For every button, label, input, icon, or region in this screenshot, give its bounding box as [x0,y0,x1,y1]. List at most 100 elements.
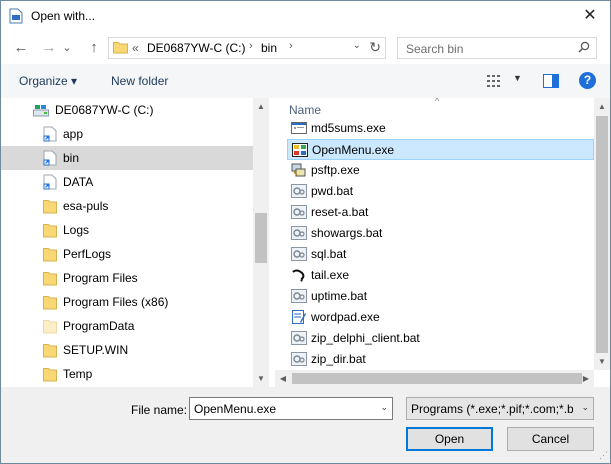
view-options-icon[interactable] [487,75,503,87]
breadcrumb-separator[interactable]: › [289,40,293,52]
breadcrumb-overflow[interactable]: « [132,41,139,55]
tree-item-esa-puls[interactable]: esa-puls [1,194,253,218]
title-bar[interactable]: Open with... ✕ [1,1,610,32]
file-row[interactable]: psftp.exe [287,160,594,181]
tree-item-data[interactable]: DATA [1,170,253,194]
tree-item-label: DATA [63,175,94,189]
horizontal-scrollbar-thumb[interactable] [292,373,582,384]
folder-icon [43,222,57,238]
file-row[interactable]: zip_delphi_client.bat [287,328,594,349]
batch-file-icon [291,226,307,240]
exe-window-icon [291,121,307,135]
tree-item-drive[interactable]: DE0687YW-C (C:) [1,98,253,122]
resize-grip-icon[interactable]: ⋰ [599,450,608,461]
search-icon[interactable] [578,41,590,53]
file-row[interactable]: reset-a.bat [287,202,594,223]
help-icon[interactable]: ? [579,72,596,89]
file-row[interactable]: sql.bat [287,244,594,265]
tree-item-perflogs[interactable]: PerfLogs [1,242,253,266]
batch-file-icon [291,331,307,345]
folder-icon [113,42,128,54]
file-list-pane[interactable]: Name ^ md5sums.exe OpenMenu.exe psftp.exe p… [275,98,610,387]
file-name: zip_dir.bat [311,352,366,366]
file-type-filter[interactable]: Programs (*.exe;*.pif;*.com;*.bat;*.cmd)… [406,397,594,420]
file-name: showargs.bat [311,226,383,240]
dialog-footer: File name: OpenMenu.exe ⌄ Programs (*.ex… [1,387,610,463]
file-name: md5sums.exe [311,121,386,135]
folder-icon [43,342,57,358]
tree-item-temp[interactable]: Temp [1,362,253,386]
file-list-scrollbar-thumb[interactable] [596,116,608,353]
open-button[interactable]: Open [406,427,493,451]
tree-item-setup-win[interactable]: SETUP.WIN [1,338,253,362]
forward-arrow-icon[interactable]: → [39,38,59,58]
scroll-up-icon[interactable]: ▲ [594,98,610,115]
tree-item-logs[interactable]: Logs [1,218,253,242]
tree-item-bin[interactable]: bin [1,146,253,170]
scroll-right-icon[interactable]: ▶ [578,370,594,387]
tree-item-label: Temp [63,367,93,381]
file-row[interactable]: OpenMenu.exe [287,139,594,160]
recent-locations-icon[interactable]: ⌄ [61,38,73,58]
folder-icon [43,318,57,334]
address-bar[interactable]: « DE0687YW-C (C:) › bin › ⌄ ↻ [108,37,386,59]
file-name-dropdown-icon[interactable]: ⌄ [380,402,388,413]
close-icon[interactable]: ✕ [578,5,602,27]
tree-item-app[interactable]: app [1,122,253,146]
search-input[interactable]: Search bin [406,42,463,56]
file-name-value[interactable]: OpenMenu.exe [194,402,276,416]
batch-file-icon [291,289,307,303]
tree-item-program-files-x86[interactable]: Program Files (x86) [1,290,253,314]
tree-item-program-files[interactable]: Program Files [1,266,253,290]
file-row[interactable]: md5sums.exe [287,118,594,139]
scroll-down-icon[interactable]: ▼ [594,353,610,370]
file-name-input[interactable]: OpenMenu.exe ⌄ [189,397,393,420]
refresh-icon[interactable]: ↻ [369,39,381,56]
command-bar: Organize ▾ New folder ▼ ? [1,64,610,98]
shortcut-folder-icon [43,174,57,190]
view-caret-icon[interactable]: ▼ [513,73,522,83]
document-app-icon [9,8,23,24]
file-name: pwd.bat [311,184,354,198]
tree-item-label: app [63,127,84,141]
breadcrumb-separator[interactable]: › [249,40,253,52]
tree-scrollbar-thumb[interactable] [255,213,267,263]
folder-icon [43,366,57,382]
up-arrow-icon[interactable]: ↑ [84,38,104,58]
back-arrow-icon[interactable]: ← [11,38,31,58]
file-row[interactable]: tail.exe [287,265,594,286]
tree-item-programdata[interactable]: ProgramData [1,314,253,338]
file-name: uptime.bat [311,289,368,303]
scroll-down-icon[interactable]: ▼ [253,370,269,387]
file-row[interactable]: pwd.bat [287,181,594,202]
tree-item-label: Program Files (x86) [63,295,169,309]
file-row[interactable]: showargs.bat [287,223,594,244]
tree-item-label: ProgramData [63,319,135,333]
file-list-vertical-scrollbar[interactable]: ▲ ▼ [594,98,610,370]
file-list-horizontal-scrollbar[interactable]: ◀ ▶ [275,370,594,387]
tree-item-label: DE0687YW-C (C:) [55,103,154,117]
scroll-up-icon[interactable]: ▲ [253,98,269,115]
file-row[interactable]: uptime.bat [287,286,594,307]
tree-scrollbar[interactable]: ▲ ▼ [253,98,269,387]
organize-button[interactable]: Organize ▾ [19,74,77,88]
file-name: tail.exe [311,268,350,282]
scroll-left-icon[interactable]: ◀ [275,370,291,387]
folder-icon [43,246,57,262]
preview-pane-icon[interactable] [543,74,559,88]
tree-item-label: bin [63,151,80,165]
breadcrumb-drive[interactable]: DE0687YW-C (C:) [147,41,245,55]
search-box[interactable]: Search bin [397,37,597,59]
tree-item-label: Program Files [63,271,138,285]
folder-icon [43,294,57,310]
file-row[interactable]: wordpad.exe [287,307,594,328]
new-folder-button[interactable]: New folder [111,74,168,88]
chevron-down-icon[interactable]: ⌄ [581,402,589,413]
address-dropdown-icon[interactable]: ⌄ [353,40,361,51]
file-type-filter-value[interactable]: Programs (*.exe;*.pif;*.com;*.bat;*.cmd) [411,402,573,416]
cancel-button[interactable]: Cancel [507,427,594,451]
file-row[interactable]: zip_dir.bat [287,349,594,370]
breadcrumb-bin[interactable]: bin [261,41,277,55]
navigation-pane[interactable]: DE0687YW-C (C:) app bin DATA esa-puls Logs Pe… [1,98,269,387]
column-header-name[interactable]: Name [289,103,321,117]
